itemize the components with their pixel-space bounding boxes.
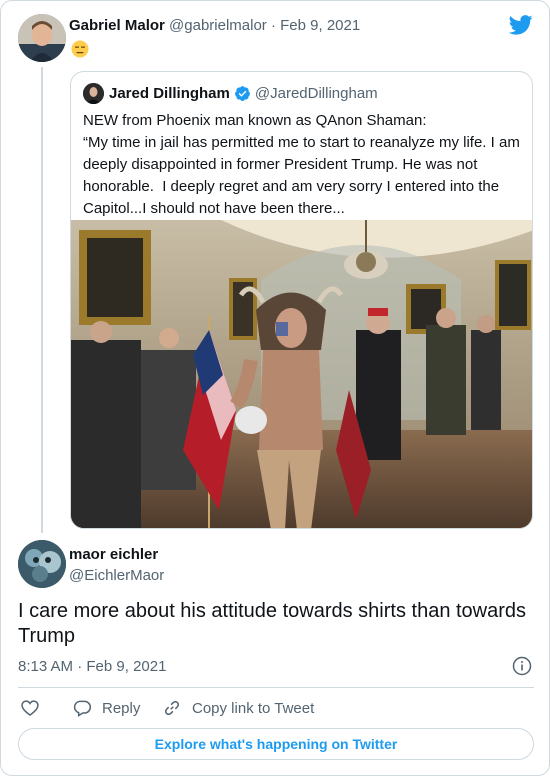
reply-author-handle[interactable]: @EichlerMaor xyxy=(69,567,164,584)
quoted-tweet-text: NEW from Phoenix man known as QAnon Sham… xyxy=(83,112,520,217)
tweet-embed-card: Gabriel Malor @gabrielmalor · Feb 9, 202… xyxy=(0,0,550,776)
reply-avatar-image xyxy=(18,540,66,588)
like-button[interactable] xyxy=(20,698,40,718)
quoted-author-name: Jared Dillingham xyxy=(109,85,230,102)
quoted-tweet-header: Jared Dillingham @JaredDillingham xyxy=(109,85,378,102)
twitter-bird-icon[interactable] xyxy=(509,15,533,35)
reply-label: Reply xyxy=(102,699,141,717)
copy-link-button[interactable]: Copy link to Tweet xyxy=(162,698,314,718)
thread-connector-line xyxy=(41,67,43,533)
reply-tweet-text: I care more about his attitude towards s… xyxy=(18,600,527,647)
info-icon[interactable] xyxy=(512,656,532,676)
author-avatar[interactable] xyxy=(18,14,66,62)
explore-twitter-button[interactable]: Explore what's happening on Twitter xyxy=(18,728,534,760)
tweet-date[interactable]: Feb 9, 2021 xyxy=(280,17,360,34)
reply-button[interactable]: Reply xyxy=(72,698,140,718)
actions-divider xyxy=(18,687,534,688)
tweet-date-footer: Feb 9, 2021 xyxy=(86,658,167,675)
reply-author-name[interactable]: maor eichler xyxy=(69,546,158,563)
news-photo-image[interactable] xyxy=(71,220,533,529)
quoted-author-handle: @JaredDillingham xyxy=(254,85,378,102)
author-avatar-image xyxy=(18,14,66,62)
tweet-header: Gabriel Malor @gabrielmalor · Feb 9, 202… xyxy=(69,17,360,34)
heart-icon xyxy=(21,700,39,717)
timestamp-separator: · xyxy=(77,658,83,675)
copy-link-label: Copy link to Tweet xyxy=(192,699,315,717)
comment-icon xyxy=(73,700,92,717)
tweet-timestamp[interactable]: 8:13 AM · Feb 9, 2021 xyxy=(18,658,166,675)
author-name[interactable]: Gabriel Malor xyxy=(69,17,165,34)
expressionless-face-icon xyxy=(71,40,89,58)
quoted-author-avatar xyxy=(83,83,104,104)
tweet-time: 8:13 AM xyxy=(18,658,74,675)
author-handle[interactable]: @gabrielmalor xyxy=(169,17,267,34)
header-separator: · xyxy=(270,17,276,34)
reply-author-avatar[interactable] xyxy=(18,540,66,588)
verified-badge-icon xyxy=(234,86,250,101)
link-icon xyxy=(164,700,180,716)
quoted-tweet[interactable]: Jared Dillingham @JaredDillingham NEW fr… xyxy=(70,71,533,529)
